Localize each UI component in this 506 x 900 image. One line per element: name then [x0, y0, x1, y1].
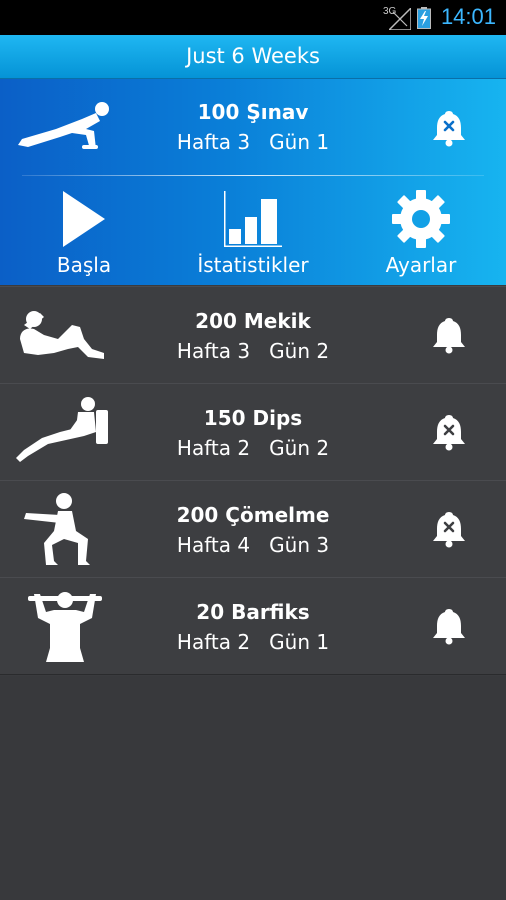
- featured-exercise-panel: 100 Şınav Hafta 3 Gün 1 Başla İstatistik…: [0, 79, 506, 285]
- exercise-progress: Hafta 3 Gün 1: [176, 130, 330, 154]
- bell-off-icon[interactable]: [432, 109, 466, 147]
- list-item-squats[interactable]: 200 Çömelme Hafta 4 Gün 3: [0, 480, 506, 578]
- exercise-name: 150 Dips: [203, 406, 303, 430]
- situp-figure-icon: [20, 311, 104, 359]
- bell-icon[interactable]: [432, 607, 466, 645]
- dips-figure-icon: [16, 397, 108, 462]
- settings-button[interactable]: Ayarlar: [346, 189, 496, 277]
- battery-charging-icon: [417, 7, 431, 29]
- pushup-figure-icon: [18, 102, 109, 149]
- exercise-name: 200 Çömelme: [176, 503, 330, 527]
- play-icon: [63, 191, 105, 247]
- exercise-progress: Hafta 2 Gün 2: [176, 436, 330, 460]
- list-item-dips[interactable]: 150 Dips Hafta 2 Gün 2: [0, 383, 506, 481]
- exercise-progress: Hafta 3 Gün 2: [176, 339, 330, 363]
- status-bar: 3G 14:01: [0, 0, 506, 35]
- exercise-name: 200 Mekik: [195, 309, 311, 333]
- app-title-bar: Just 6 Weeks: [0, 35, 506, 79]
- start-button[interactable]: Başla: [9, 189, 159, 277]
- pullup-figure-icon: [28, 592, 102, 662]
- bell-icon[interactable]: [432, 316, 466, 354]
- settings-label: Ayarlar: [385, 253, 457, 277]
- exercise-name: 100 Şınav: [197, 100, 309, 124]
- clock: 14:01: [440, 4, 496, 29]
- bar-chart-icon: [224, 191, 282, 247]
- list-empty-area: [0, 676, 506, 900]
- statistics-button[interactable]: İstatistikler: [178, 189, 328, 277]
- squat-figure-icon: [24, 493, 90, 565]
- app-title: Just 6 Weeks: [186, 44, 320, 68]
- list-item-situps[interactable]: 200 Mekik Hafta 3 Gün 2: [0, 286, 506, 384]
- signal-icon: [389, 8, 411, 30]
- panel-divider: [22, 175, 484, 176]
- statistics-label: İstatistikler: [197, 253, 309, 277]
- bell-off-icon[interactable]: [432, 413, 466, 451]
- start-label: Başla: [56, 253, 112, 277]
- list-item-pullups[interactable]: 20 Barfiks Hafta 2 Gün 1: [0, 577, 506, 675]
- exercise-progress: Hafta 2 Gün 1: [176, 630, 330, 654]
- exercise-progress: Hafta 4 Gün 3: [176, 533, 330, 557]
- bell-off-icon[interactable]: [432, 510, 466, 548]
- exercise-name: 20 Barfiks: [196, 600, 310, 624]
- gear-icon: [392, 190, 450, 248]
